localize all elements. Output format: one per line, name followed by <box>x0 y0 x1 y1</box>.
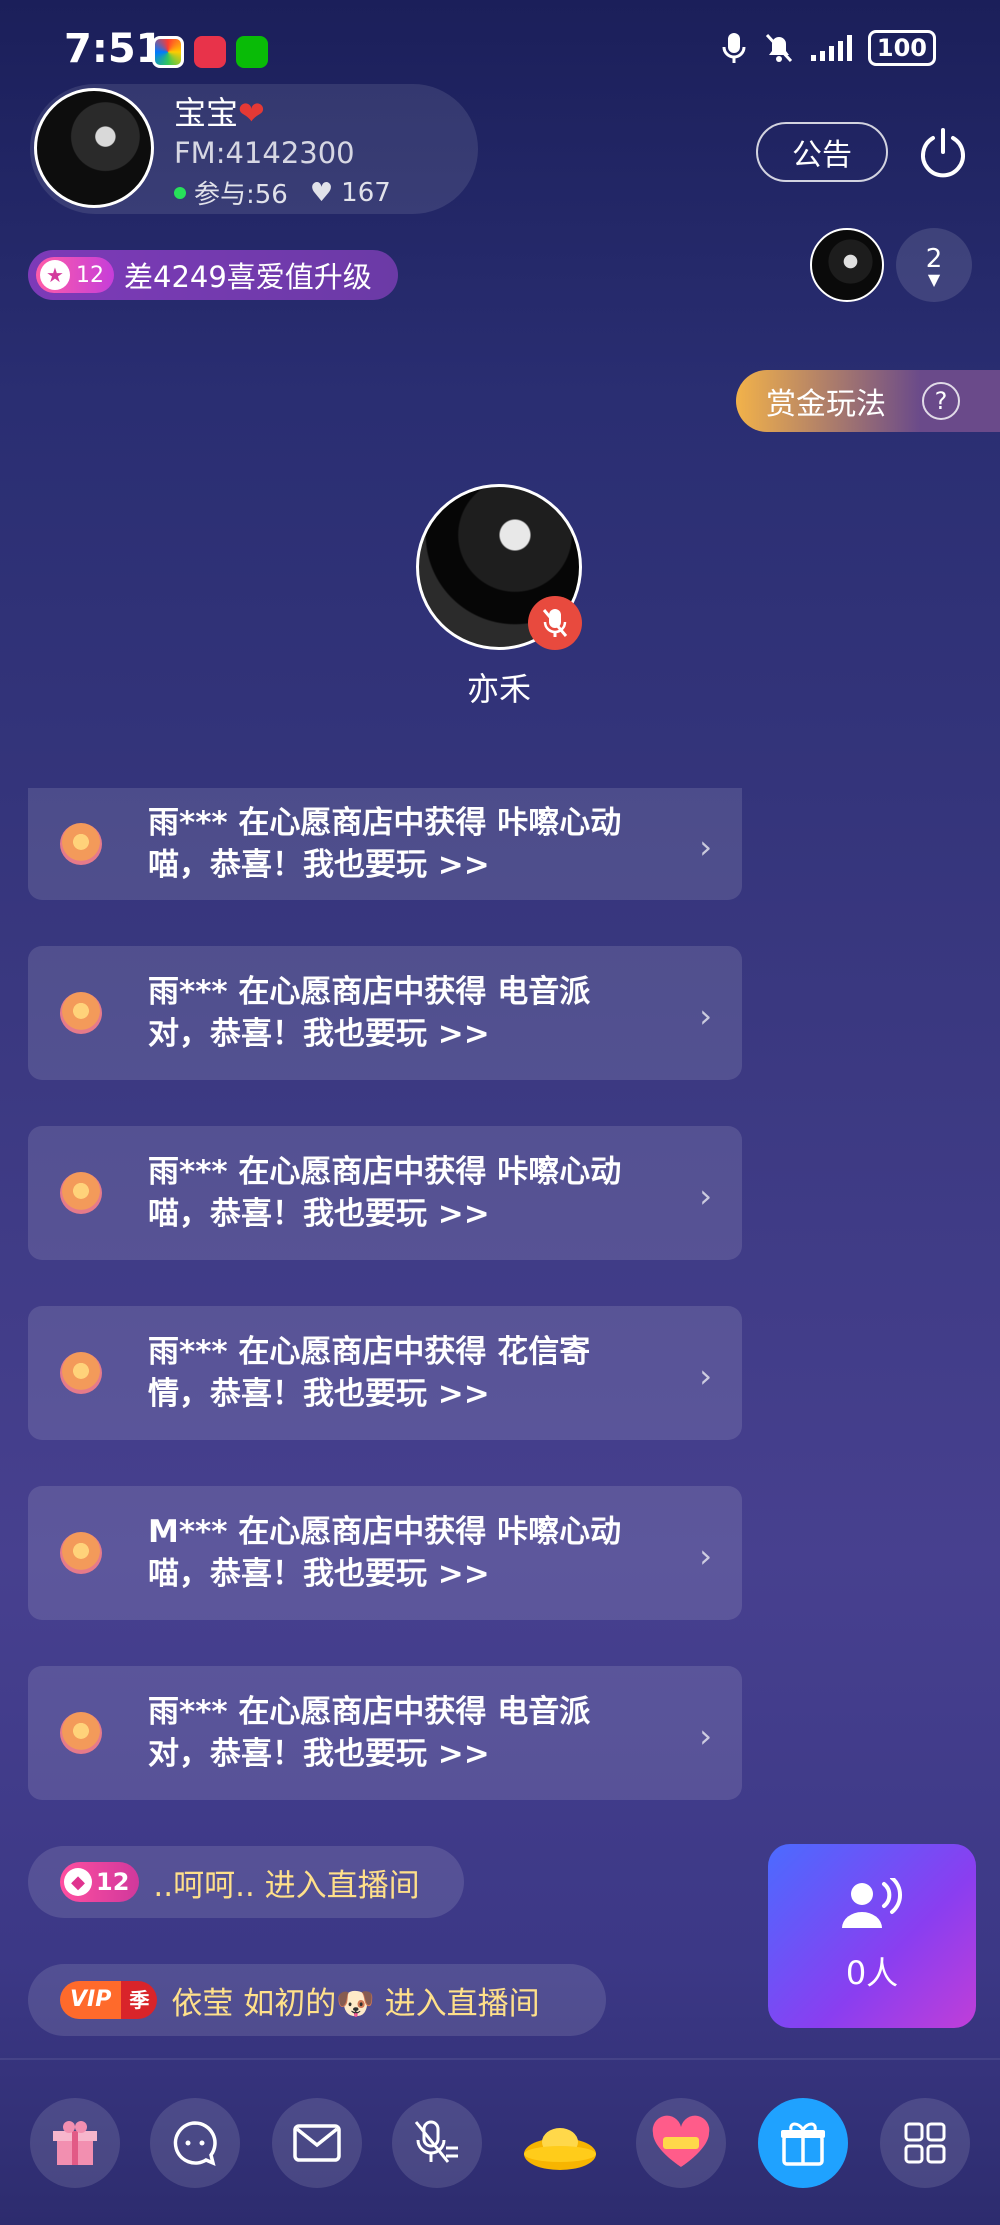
heart-icon: ❤ <box>238 94 265 132</box>
message-card[interactable]: M*** 在心愿商店中获得 咔嚓心动喵，恭喜！我也要玩 >> › <box>28 1486 742 1620</box>
message-card[interactable]: 雨*** 在心愿商店中获得 电音派对，恭喜！我也要玩 >> › <box>28 946 742 1080</box>
room-fm-id: FM:4142300 <box>174 136 355 170</box>
level-text: 差4249喜爱值升级 <box>124 260 372 294</box>
gift-icon <box>781 2122 825 2166</box>
message-card[interactable]: 雨*** 在心愿商店中获得 电音派对，恭喜！我也要玩 >> › <box>28 1666 742 1800</box>
mic-icon <box>722 33 746 63</box>
gift-shop-icon <box>60 823 102 865</box>
user-level-badge: ◆ 12 <box>60 1862 140 1902</box>
gift-box-button[interactable] <box>30 2098 120 2188</box>
power-icon[interactable] <box>916 126 970 180</box>
message-card[interactable]: 雨*** 在心愿商店中获得 咔嚓心动喵，恭喜！我也要玩 >> › <box>28 1126 742 1260</box>
room-stats: 参与:56 ♥ 167 <box>174 174 391 211</box>
signal-icon <box>810 35 852 61</box>
message-text: 雨*** 在心愿商店中获得 花信寄情，恭喜！我也要玩 >> <box>148 1334 591 1412</box>
heart-button[interactable] <box>636 2098 726 2188</box>
gift-button[interactable] <box>758 2098 848 2188</box>
mail-button[interactable] <box>272 2098 362 2188</box>
chevron-right-icon: › <box>699 1357 712 1395</box>
participants-count: 参与:56 <box>194 180 288 210</box>
bounty-game-button[interactable]: 赏金玩法 ? <box>736 370 1000 432</box>
entry-message: ◆ 12 ..呵呵.. 进入直播间 <box>28 1846 464 1918</box>
user-level-number: 12 <box>96 1868 130 1896</box>
online-count: 0人 <box>845 1954 899 1992</box>
room-name: 宝宝❤ <box>174 94 265 132</box>
gift-shop-icon <box>60 1532 102 1574</box>
chevron-down-icon: ▼ <box>927 270 941 289</box>
level-progress-pill[interactable]: ★ 12 差4249喜爱值升级 <box>28 250 398 300</box>
room-avatar[interactable] <box>34 88 154 208</box>
entry-message: VIP 季 依莹 如初的🐶 进入直播间 <box>28 1964 606 2036</box>
mic-settings-button[interactable] <box>392 2098 482 2188</box>
bounty-label: 赏金玩法 <box>766 387 886 422</box>
vip-season: 季 <box>121 1981 158 2019</box>
message-card[interactable]: 雨*** 在心愿商店中获得 咔嚓心动喵，恭喜！我也要玩 >> › <box>28 788 742 900</box>
gift-shop-icon <box>60 1712 102 1754</box>
status-time: 7:51 <box>64 26 164 72</box>
status-indicators: 100 <box>721 30 936 66</box>
chat-button[interactable] <box>150 2098 240 2188</box>
gold-ingot-button[interactable] <box>520 2110 600 2180</box>
message-text: 雨*** 在心愿商店中获得 电音派对，恭喜！我也要玩 >> <box>148 1694 591 1772</box>
chevron-right-icon: › <box>699 1537 712 1575</box>
like-heart-icon: ♥ <box>309 177 334 208</box>
help-icon[interactable]: ? <box>922 382 960 420</box>
more-apps-button[interactable] <box>880 2098 970 2188</box>
viewer-avatar[interactable] <box>810 228 884 302</box>
viewer-count-button[interactable]: 2 ▼ <box>896 228 972 302</box>
vip-badge: VIP 季 <box>60 1981 158 2019</box>
grid-icon <box>904 2122 946 2164</box>
chevron-right-icon: › <box>699 997 712 1035</box>
gift-shop-icon <box>60 1352 102 1394</box>
entry-text: 依莹 如初的🐶 进入直播间 <box>171 1985 540 2022</box>
gift-shop-icon <box>60 992 102 1034</box>
mic-off-icon <box>414 2120 458 2163</box>
gift-box-icon <box>53 2121 97 2165</box>
chevron-right-icon: › <box>699 1177 712 1215</box>
chat-icon <box>173 2121 217 2166</box>
bell-off-icon <box>765 33 792 63</box>
notice-button[interactable]: 公告 <box>756 122 888 182</box>
level-badge: ★ 12 <box>36 257 114 293</box>
bottom-divider <box>0 2058 1000 2060</box>
host-name: 亦禾 <box>466 670 531 708</box>
mic-muted-icon <box>528 596 582 650</box>
online-users-button[interactable]: 0人 <box>768 1844 976 2028</box>
app-icon-1 <box>152 36 184 68</box>
entry-text: ..呵呵.. 进入直播间 <box>153 1867 420 1904</box>
wechat-icon <box>236 36 268 68</box>
battery-level: 100 <box>876 34 927 62</box>
message-card[interactable]: 雨*** 在心愿商店中获得 花信寄情，恭喜！我也要玩 >> › <box>28 1306 742 1440</box>
broadcast-user-icon <box>842 1878 903 1928</box>
heart-icon <box>652 2115 710 2167</box>
message-text: 雨*** 在心愿商店中获得 咔嚓心动喵，恭喜！我也要玩 >> <box>148 805 622 883</box>
star-icon: ★ <box>40 260 70 290</box>
likes-count: 167 <box>341 177 391 208</box>
gold-ingot-icon <box>524 2128 596 2170</box>
chevron-right-icon: › <box>699 828 712 866</box>
message-text: 雨*** 在心愿商店中获得 电音派对，恭喜！我也要玩 >> <box>148 974 591 1052</box>
message-text: 雨*** 在心愿商店中获得 咔嚓心动喵，恭喜！我也要玩 >> <box>148 1154 622 1232</box>
mail-icon <box>293 2124 341 2162</box>
diamond-icon: ◆ <box>64 1868 92 1896</box>
chevron-right-icon: › <box>699 1717 712 1755</box>
level-number: 12 <box>76 262 104 288</box>
message-text: M*** 在心愿商店中获得 咔嚓心动喵，恭喜！我也要玩 >> <box>148 1514 622 1592</box>
status-app-icons <box>152 36 268 68</box>
battery-icon: 100 <box>867 30 936 66</box>
online-dot-icon <box>174 186 186 199</box>
vip-label: VIP <box>60 1981 122 2019</box>
gift-shop-icon <box>60 1172 102 1214</box>
app-icon-2 <box>194 36 226 68</box>
